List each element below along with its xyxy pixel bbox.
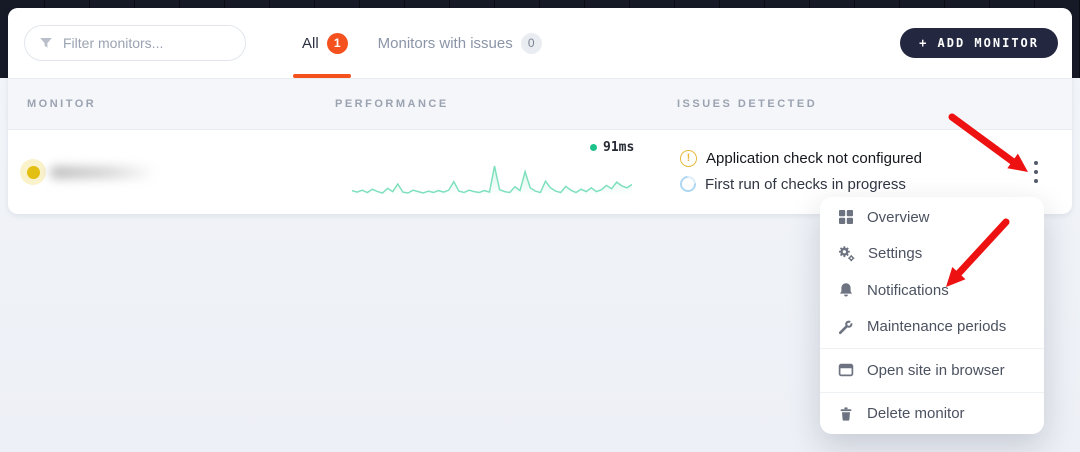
menu-item-label: Delete monitor	[867, 405, 965, 422]
issue-text: First run of checks in progress	[705, 176, 906, 193]
tab-all[interactable]: All 1	[302, 8, 348, 78]
warning-icon	[680, 150, 697, 167]
monitors-panel: All 1 Monitors with issues 0 + ADD MONIT…	[8, 8, 1072, 214]
menu-item-label: Settings	[868, 245, 922, 262]
menu-item-label: Notifications	[867, 282, 949, 299]
column-header-monitor: MONITOR	[27, 98, 335, 110]
funnel-icon	[39, 37, 53, 50]
menu-item-settings[interactable]: Settings	[820, 236, 1044, 273]
grid-icon	[838, 209, 854, 225]
filter-monitors-field[interactable]	[24, 25, 246, 61]
menu-item-label: Maintenance periods	[867, 318, 1006, 335]
tab-all-count-badge: 1	[327, 33, 348, 54]
response-time-value: 91ms	[603, 140, 634, 155]
column-header-issues: ISSUES DETECTED	[677, 98, 1072, 110]
monitor-tabs: All 1 Monitors with issues 0	[302, 8, 542, 78]
menu-item-overview[interactable]: Overview	[820, 199, 1044, 236]
monitor-name-blurred	[50, 166, 156, 179]
monitors-toolbar: All 1 Monitors with issues 0 + ADD MONIT…	[8, 8, 1072, 78]
browser-icon	[838, 362, 854, 378]
add-monitor-button[interactable]: + ADD MONITOR	[900, 28, 1058, 58]
column-header-performance: PERFORMANCE	[335, 98, 677, 110]
filter-monitors-input[interactable]	[63, 35, 231, 51]
menu-item-label: Open site in browser	[867, 362, 1005, 379]
tab-issues-label: Monitors with issues	[378, 35, 513, 52]
table-header: MONITOR PERFORMANCE ISSUES DETECTED	[8, 78, 1072, 130]
menu-item-notifications[interactable]: Notifications	[820, 272, 1044, 309]
menu-divider	[820, 348, 1044, 349]
issues-list: Application check not configured First r…	[680, 147, 922, 195]
menu-item-open-site[interactable]: Open site in browser	[820, 352, 1044, 389]
tab-issues-count-badge: 0	[521, 33, 542, 54]
row-actions-kebab-button[interactable]	[1022, 152, 1050, 192]
tab-monitors-with-issues[interactable]: Monitors with issues 0	[378, 8, 542, 78]
gears-icon	[838, 245, 855, 262]
issue-item: Application check not configured	[680, 147, 922, 169]
performance-sparkline	[352, 162, 632, 196]
monitor-status-dot	[20, 159, 46, 185]
bell-icon	[838, 282, 854, 298]
issue-text: Application check not configured	[706, 150, 922, 167]
response-time: 91ms	[590, 140, 634, 155]
row-actions-menu: Overview Settings Notifications	[820, 197, 1044, 434]
menu-item-delete-monitor[interactable]: Delete monitor	[820, 396, 1044, 433]
tab-all-label: All	[302, 35, 319, 52]
menu-divider	[820, 392, 1044, 393]
spinner-icon	[677, 173, 700, 196]
wrench-icon	[838, 319, 854, 335]
trash-icon	[838, 406, 854, 422]
menu-item-label: Overview	[867, 209, 930, 226]
menu-item-maintenance-periods[interactable]: Maintenance periods	[820, 309, 1044, 346]
issue-item: First run of checks in progress	[680, 173, 922, 195]
ok-dot-icon	[590, 144, 597, 151]
